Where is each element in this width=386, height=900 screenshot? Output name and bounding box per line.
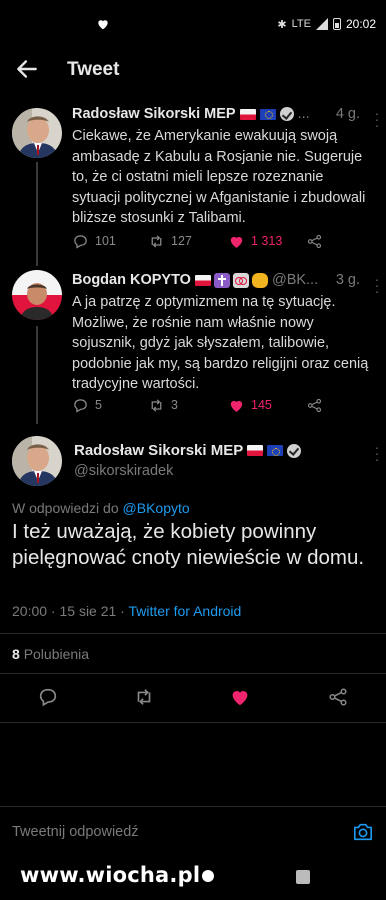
- likes-summary[interactable]: 8 Polubienia: [12, 646, 89, 662]
- reply-context: W odpowiedzi do @BKopyto: [12, 500, 190, 516]
- heart-filled-icon: [230, 236, 243, 248]
- tweet-time: 4 g.: [335, 106, 360, 122]
- more-options-icon[interactable]: · · ·: [374, 272, 380, 298]
- system-navigation-bar: www.wiocha.pl: [0, 858, 386, 900]
- tweet-body: Radosław Sikorski MEP ... 4 g. Ciekawe, …: [72, 104, 374, 229]
- more-options-icon[interactable]: · · ·: [374, 106, 380, 132]
- likes-label: Polubienia: [23, 646, 90, 662]
- watermark: www.wiocha.pl: [20, 863, 215, 887]
- main-tweet-header: Radosław Sikorski MEP @sikorskiradek · · ·: [0, 434, 386, 494]
- camera-icon[interactable]: [352, 822, 374, 842]
- tweet-body: Bogdan KOPYTO @BK... 3 g. A ja patrzę z …: [72, 270, 374, 395]
- reply-to-link[interactable]: @BKopyto: [123, 500, 190, 516]
- main-tweet-actions: [0, 686, 386, 710]
- signal-icon: [315, 18, 328, 30]
- tweet-meta: 20:00 · 15 sie 21 · Twitter for Android: [12, 603, 241, 619]
- avatar-kopyto[interactable]: [12, 270, 62, 320]
- tweet-header: Radosław Sikorski MEP ... 4 g.: [72, 104, 374, 124]
- reply-button[interactable]: 101: [72, 230, 116, 252]
- share-button[interactable]: [306, 394, 323, 416]
- avatar-sikorski[interactable]: [12, 108, 62, 158]
- tweet-header: Bogdan KOPYTO @BK... 3 g.: [72, 270, 374, 290]
- reply-composer[interactable]: Tweetnij odpowiedź: [0, 806, 386, 858]
- verified-badge-icon: [279, 107, 294, 121]
- share-icon[interactable]: [327, 686, 349, 708]
- author-name[interactable]: Radosław Sikorski MEP: [74, 442, 243, 459]
- like-count: 1 313: [251, 234, 283, 248]
- author-name[interactable]: Radosław Sikorski MEP: [72, 106, 236, 122]
- main-author-row: Radosław Sikorski MEP: [74, 442, 302, 459]
- retweet-button[interactable]: 127: [148, 230, 192, 252]
- status-time: 20:02: [345, 17, 376, 31]
- tweet-source-link[interactable]: Twitter for Android: [129, 603, 242, 619]
- eu-flag-icon: [259, 108, 276, 120]
- bicycle-emoji-icon: [232, 272, 249, 288]
- reply-icon: [74, 398, 87, 413]
- author-handle[interactable]: @sikorskiradek: [74, 463, 173, 479]
- author-handle[interactable]: ...: [298, 106, 310, 122]
- back-arrow-icon[interactable]: [14, 56, 40, 82]
- likes-count: 8: [12, 646, 20, 662]
- thread-line: [36, 326, 38, 424]
- retweet-count: 127: [171, 234, 192, 248]
- retweet-button[interactable]: 3: [148, 394, 178, 416]
- thread-line: [36, 162, 38, 266]
- share-button[interactable]: [306, 230, 323, 252]
- more-options-icon[interactable]: · · ·: [374, 440, 380, 466]
- tweet-text: A ja patrzę z optymizmem na tę sytuację.…: [72, 294, 369, 392]
- tweet-text: Ciekawe, że Amerykanie ewakuują swoją am…: [72, 128, 366, 226]
- heart-icon: [98, 20, 108, 30]
- network-type: LTE: [291, 18, 311, 30]
- top-app-bar: Tweet: [0, 48, 386, 92]
- author-name[interactable]: Bogdan KOPYTO: [72, 272, 191, 288]
- home-button-icon[interactable]: [202, 870, 215, 882]
- reply-count: 5: [95, 398, 102, 412]
- verified-badge-icon: [287, 443, 302, 458]
- page-title: Tweet: [67, 59, 120, 80]
- avatar-sikorski[interactable]: [12, 436, 62, 486]
- main-tweet-text: I też uważają, że kobiety powinny pielęg…: [12, 520, 365, 569]
- like-count: 145: [251, 398, 272, 412]
- eu-flag-icon: [267, 445, 284, 456]
- cross-emoji-icon: [213, 272, 230, 288]
- poland-flag-icon: [239, 108, 256, 120]
- tweet-actions: 101 127 1 313: [72, 230, 386, 252]
- share-icon: [307, 234, 322, 248]
- reply-count: 101: [95, 234, 116, 248]
- recents-button-icon[interactable]: [296, 870, 310, 884]
- reply-prefix: W odpowiedzi do: [12, 500, 119, 516]
- status-bar: ✱ LTE 20:02: [0, 0, 386, 48]
- tweet-timestamp: 20:00 · 15 sie 21 ·: [12, 603, 125, 619]
- poland-flag-icon: [194, 274, 211, 286]
- fist-emoji-icon: [251, 272, 268, 288]
- retweet-icon: [151, 234, 162, 248]
- tweet-time: 3 g.: [335, 272, 360, 288]
- reply-icon: [74, 234, 87, 249]
- battery-icon: [332, 18, 341, 30]
- tweet-kopyto[interactable]: Bogdan KOPYTO @BK... 3 g. A ja patrzę z …: [0, 270, 386, 424]
- poland-flag-icon: [247, 445, 264, 456]
- retweet-icon: [151, 398, 162, 412]
- divider: [0, 633, 386, 634]
- divider: [0, 673, 386, 674]
- bluetooth-icon: ✱: [277, 18, 287, 31]
- like-button[interactable]: 145: [228, 394, 272, 416]
- tweet-sikorski-1[interactable]: Radosław Sikorski MEP ... 4 g. Ciekawe, …: [0, 104, 386, 266]
- heart-filled-icon: [230, 400, 243, 412]
- like-button[interactable]: 1 313: [228, 230, 282, 252]
- author-handle[interactable]: @BK...: [272, 272, 318, 288]
- tweet-actions: 5 3 145: [72, 394, 386, 416]
- retweet-icon[interactable]: [133, 686, 155, 708]
- heart-filled-icon[interactable]: [229, 686, 251, 708]
- reply-button[interactable]: 5: [72, 394, 102, 416]
- reply-icon[interactable]: [37, 686, 59, 708]
- reply-input-placeholder[interactable]: Tweetnij odpowiedź: [12, 824, 139, 840]
- share-icon: [307, 398, 322, 412]
- divider: [0, 722, 386, 723]
- retweet-count: 3: [171, 398, 178, 412]
